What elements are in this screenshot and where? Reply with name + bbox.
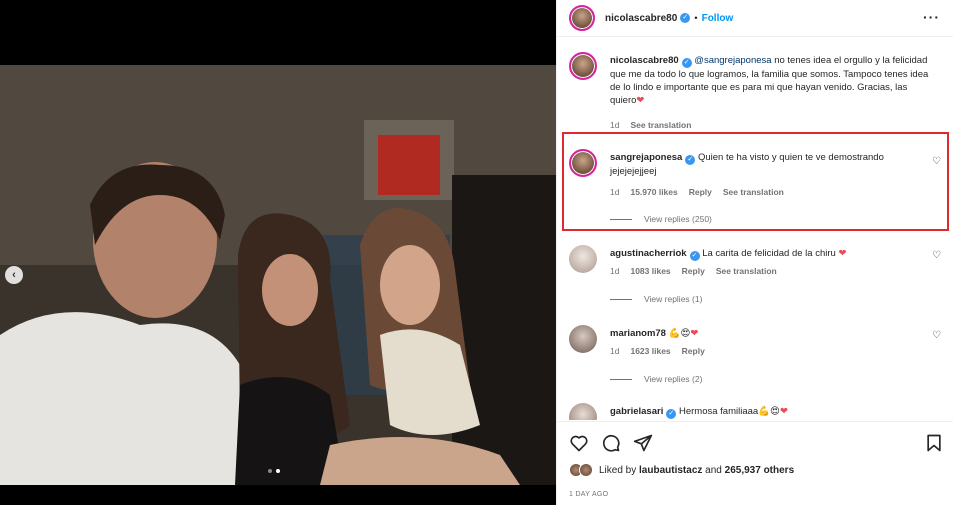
family-selfie-image [0, 65, 556, 485]
verified-badge-icon: ✓ [681, 58, 692, 68]
comment-username[interactable]: sangrejaponesa [610, 152, 682, 163]
liked-by-prefix: Liked by [599, 464, 640, 476]
post-photo[interactable] [0, 65, 556, 485]
liked-by-count[interactable]: 265,937 others [725, 465, 795, 476]
verified-badge-icon: ✓ [685, 155, 696, 165]
author-username[interactable]: nicolascabre80 [605, 13, 677, 24]
post-header: nicolascabre80 ✓ • Follow ··· [557, 0, 953, 37]
red-heart-emoji-icon: ❤ [779, 406, 788, 417]
view-replies-label: View replies (250) [644, 214, 712, 224]
comment-reply-button[interactable]: Reply [689, 187, 712, 197]
comment-text: Hermosa familiaaa [678, 406, 759, 417]
save-bookmark-icon[interactable] [924, 433, 944, 453]
caption-meta: 1d See translation [610, 120, 691, 130]
comment-item: gabrielasari ✓ Hermosa familiaaa💪😍❤ [569, 403, 944, 420]
comment-reply-button[interactable]: Reply [682, 266, 705, 276]
chevron-left-icon: ‹ [12, 269, 16, 281]
commenter-avatar[interactable] [569, 403, 597, 420]
comment-see-translation[interactable]: See translation [716, 266, 777, 276]
verified-badge-icon: ✓ [689, 251, 700, 261]
liked-by-middle: and [702, 464, 725, 476]
comment-body: marianom78 💪😍❤ [610, 327, 930, 340]
comment-item: marianom78 💪😍❤ 1d 1623 likes Reply View … [569, 325, 944, 400]
replies-divider [610, 218, 632, 220]
comment-likes[interactable]: 1623 likes [630, 346, 670, 356]
comment-body: agustinacherriok ✓ La carita de felicidad… [610, 247, 930, 261]
liker-avatar[interactable] [579, 463, 593, 477]
comment-body: gabrielasari ✓ Hermosa familiaaa💪😍❤ [610, 405, 930, 419]
caption-mention[interactable]: @sangrejaponesa [694, 55, 771, 66]
commenter-avatar[interactable] [569, 245, 597, 273]
more-options-icon[interactable]: ··· [923, 9, 940, 25]
post-sidebar: nicolascabre80 ✓ • Follow ··· nicolascab… [556, 0, 953, 505]
comment-time: 1d [610, 346, 620, 356]
verified-badge-icon: ✓ [680, 13, 691, 23]
comment-username[interactable]: marianom78 [610, 328, 666, 339]
view-replies-button[interactable]: View replies (2) [610, 374, 702, 384]
like-comment-heart-icon[interactable]: ♡ [932, 157, 942, 167]
verified-badge-icon: ✓ [666, 409, 677, 419]
caption-time: 1d [610, 120, 620, 130]
face-emoji-icon: 😍 [680, 328, 691, 339]
caption-author-avatar[interactable] [569, 52, 597, 80]
caption-see-translation[interactable]: See translation [630, 120, 691, 130]
liked-by-row: Liked by laubautistacz and 265,937 other… [569, 463, 794, 477]
comment-text: La carita de felicidad de la chiru [702, 248, 836, 259]
post-media: ‹ [0, 0, 556, 505]
view-replies-button[interactable]: View replies (250) [610, 214, 712, 224]
liked-by-text: Liked by laubautistacz and 265,937 other… [599, 465, 794, 476]
replies-divider [610, 378, 632, 380]
comment-meta: 1d 15.970 likes Reply See translation [610, 187, 784, 197]
comment-meta: 1d 1623 likes Reply [610, 346, 705, 356]
commenter-avatar[interactable] [569, 149, 597, 177]
comment-time: 1d [610, 187, 620, 197]
view-replies-label: View replies (2) [644, 374, 703, 384]
share-paper-plane-icon[interactable] [633, 433, 653, 453]
view-replies-button[interactable]: View replies (1) [610, 294, 702, 304]
author-avatar[interactable] [569, 5, 595, 31]
caption-username[interactable]: nicolascabre80 [610, 55, 679, 66]
header-separator: • [694, 12, 698, 24]
like-comment-heart-icon[interactable]: ♡ [932, 331, 942, 341]
comment-item: agustinacherriok ✓ La carita de felicidad… [569, 245, 944, 320]
comment-time: 1d [610, 266, 620, 276]
post-actions-bar [557, 421, 953, 461]
follow-button[interactable]: Follow [702, 13, 734, 24]
muscle-emoji-icon: 💪 [668, 328, 681, 339]
muscle-emoji-icon: 💪 [758, 406, 771, 417]
comment-meta: 1d 1083 likes Reply See translation [610, 266, 777, 276]
view-replies-label: View replies (1) [644, 294, 703, 304]
carousel-dot-active [276, 469, 280, 473]
like-comment-heart-icon[interactable]: ♡ [932, 251, 942, 261]
face-emoji-icon: 😍 [770, 406, 780, 417]
comment-username[interactable]: agustinacherriok [610, 248, 687, 259]
comment-reply-button[interactable]: Reply [682, 346, 705, 356]
red-heart-emoji-icon: ❤ [690, 328, 699, 339]
comment-username[interactable]: gabrielasari [610, 406, 663, 417]
comment-likes[interactable]: 1083 likes [630, 266, 670, 276]
liked-by-user[interactable]: laubautistacz [639, 465, 702, 476]
post-date[interactable]: 1 DAY AGO [569, 491, 608, 498]
commenter-avatar[interactable] [569, 325, 597, 353]
like-heart-icon[interactable] [569, 433, 589, 453]
comment-body: sangrejaponesa ✓ Quien te ha visto y quie… [610, 151, 930, 178]
comment-see-translation[interactable]: See translation [723, 187, 784, 197]
carousel-dot [268, 469, 272, 473]
caption-body: nicolascabre80 ✓ @sangrejaponesa no tenes… [610, 54, 930, 107]
post-caption: nicolascabre80 ✓ @sangrejaponesa no tenes… [569, 52, 944, 138]
red-heart-emoji-icon: ❤ [636, 95, 645, 106]
comments-list[interactable]: nicolascabre80 ✓ @sangrejaponesa no tenes… [557, 38, 953, 420]
comment-likes[interactable]: 15.970 likes [630, 187, 677, 197]
carousel-indicator [268, 469, 280, 473]
red-heart-emoji-icon: ❤ [838, 248, 847, 259]
comment-item: sangrejaponesa ✓ Quien te ha visto y quie… [569, 149, 944, 229]
comment-bubble-icon[interactable] [601, 433, 621, 453]
previous-slide-button[interactable]: ‹ [5, 266, 23, 284]
replies-divider [610, 298, 632, 300]
instagram-post: ‹ nicolascabre80 ✓ • Follow ··· nicolasc… [0, 0, 953, 505]
